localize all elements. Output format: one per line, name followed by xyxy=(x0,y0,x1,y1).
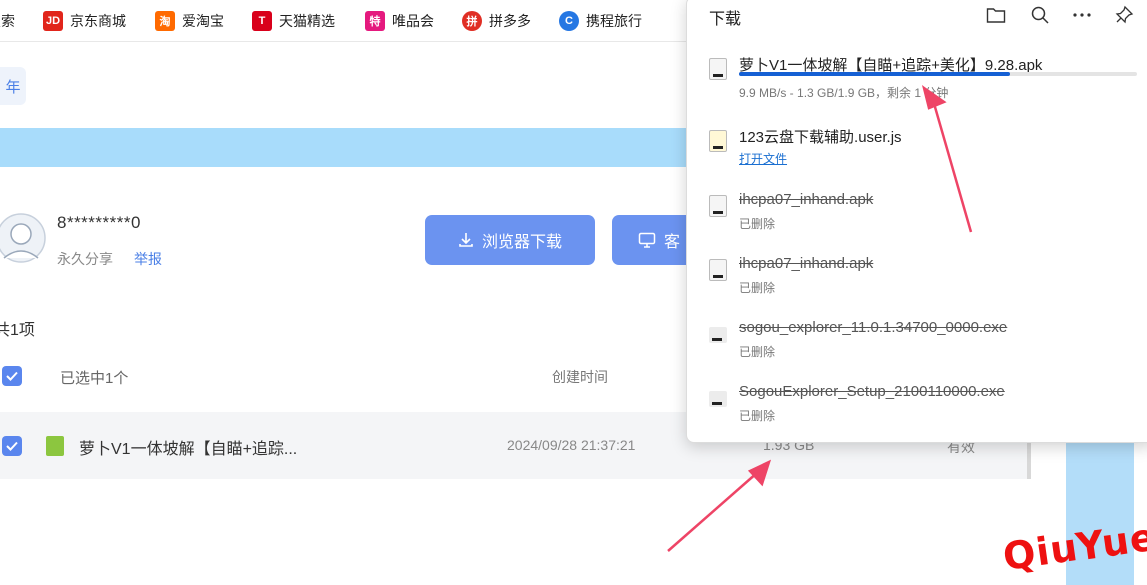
arrow-head xyxy=(747,459,772,487)
arrow-line xyxy=(931,99,973,233)
arrow-head xyxy=(921,85,947,110)
arrow-line xyxy=(667,471,759,552)
annotation-arrows xyxy=(667,85,973,552)
